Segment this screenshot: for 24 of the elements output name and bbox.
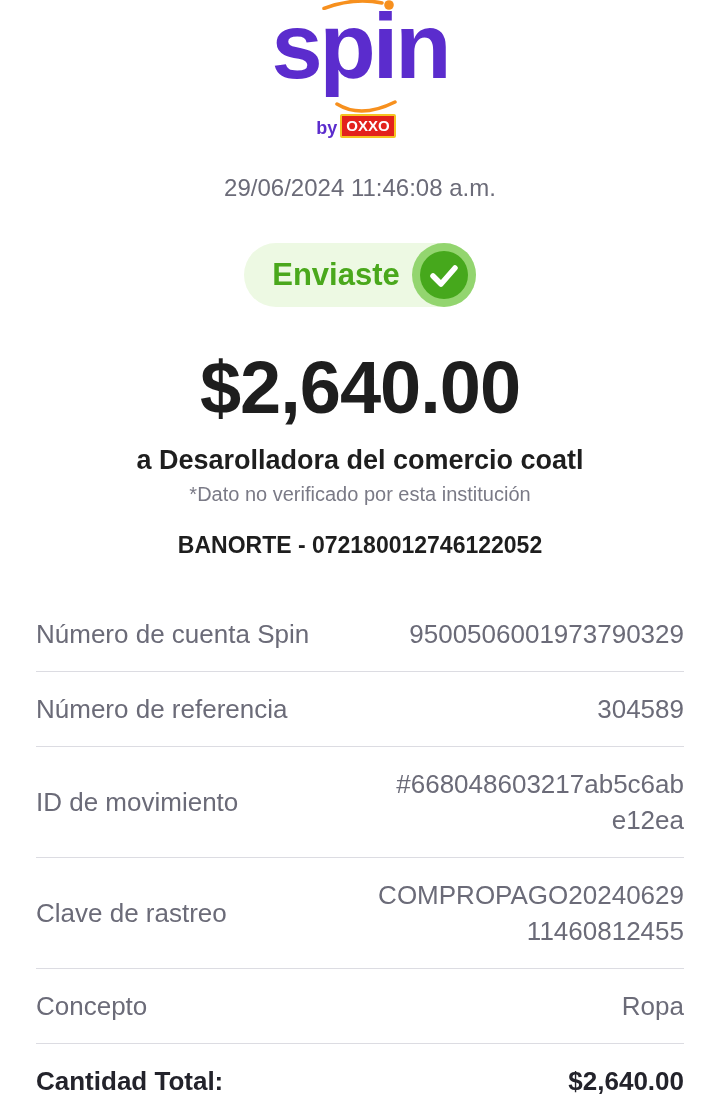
- status-label: Enviaste: [272, 257, 400, 293]
- disclaimer-note: *Dato no verificado por esta institución: [189, 482, 531, 507]
- bank-account: BANORTE - 072180012746122052: [177, 531, 543, 560]
- detail-value: 9500506001973790329: [409, 618, 684, 651]
- detail-value: #668048603217ab5c6ab e12ea: [396, 768, 684, 837]
- check-icon: [411, 243, 476, 307]
- detail-label: Clave de rastreo: [36, 897, 227, 930]
- total-label: Cantidad Total:: [36, 1065, 224, 1098]
- detail-value: 304589: [597, 693, 684, 726]
- detail-label: Número de cuenta Spin: [36, 618, 310, 651]
- transaction-date: 29/06/2024 11:46:08 a.m.: [224, 173, 496, 203]
- detail-label: ID de movimiento: [36, 786, 239, 819]
- arc-icon: [322, 0, 396, 10]
- recipient-name: a Desarolladora del comercio coatl: [136, 444, 584, 477]
- brand-name: spin: [271, 10, 449, 99]
- total-value: $2,640.00: [568, 1065, 684, 1098]
- detail-value: COMPROPAGO20240629 11460812455: [378, 879, 684, 948]
- detail-label: Concepto: [36, 990, 148, 1023]
- by-label: by: [316, 118, 338, 139]
- partner-badge: OXXO: [340, 114, 396, 139]
- amount: $2,640.00: [199, 348, 521, 428]
- detail-value: Ropa: [621, 990, 684, 1023]
- arc-icon: [335, 100, 397, 115]
- detail-label: Número de referencia: [36, 693, 288, 726]
